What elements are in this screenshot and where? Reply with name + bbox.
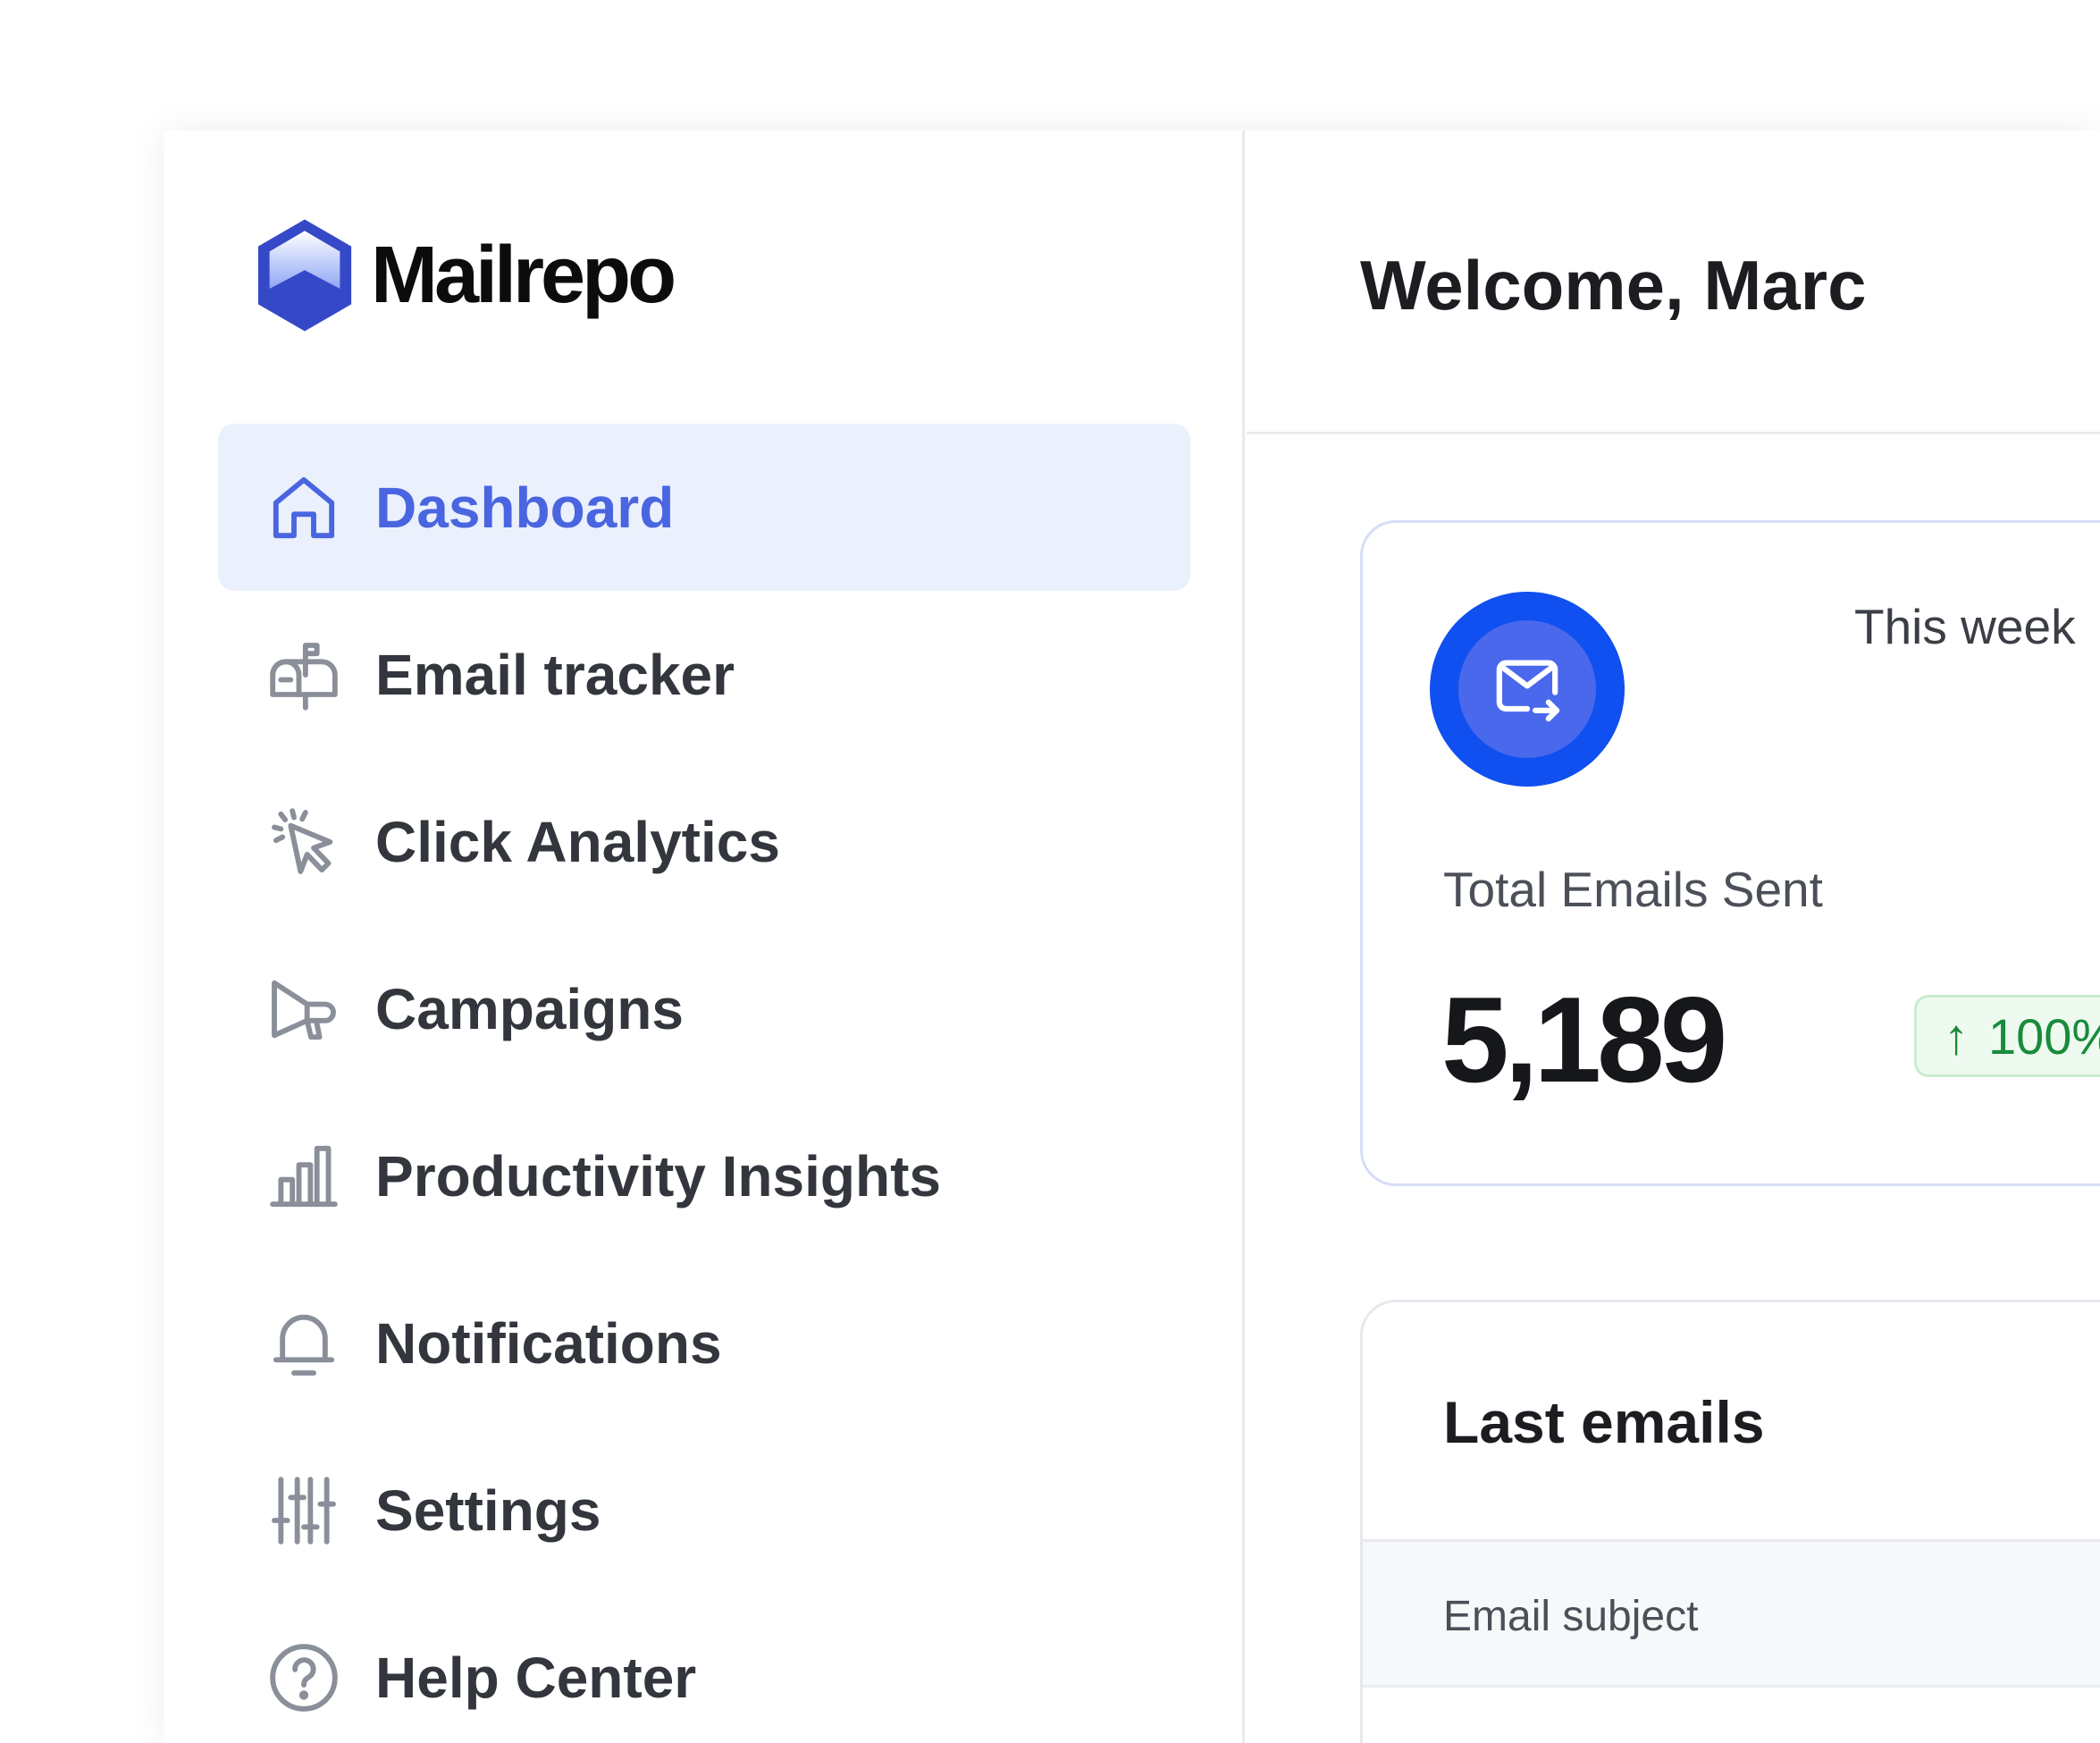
sidebar-item-click-analytics[interactable]: Click Analytics [218,758,1190,925]
megaphone-icon [261,966,347,1052]
sidebar-item-email-tracker[interactable]: Email tracker [218,591,1190,758]
sidebar-item-dashboard[interactable]: Dashboard [218,424,1190,591]
app-window: Mailrepo Dashboard Email tracker Click A… [164,131,2100,1743]
sidebar-item-label: Email tracker [375,642,735,707]
change-badge: ↑ 100% [1914,995,2100,1077]
sidebar-item-label: Campaigns [375,976,684,1041]
sidebar-item-label: Productivity Insights [375,1143,941,1208]
table-header: Email subject [1363,1539,2100,1688]
hexagon-logo-icon [257,219,352,332]
help-circle-icon [261,1635,347,1721]
bar-chart-icon [261,1133,347,1219]
last-emails-card: Last emails Email subject [1360,1300,2100,1743]
home-icon [261,465,347,551]
sidebar-item-productivity-insights[interactable]: Productivity Insights [218,1092,1190,1259]
sidebar: Mailrepo Dashboard Email tracker Click A… [164,131,1245,1743]
sidebar-item-campaigns[interactable]: Campaigns [218,925,1190,1092]
brand-name: Mailrepo [371,230,676,320]
period-selector[interactable]: This week [1854,598,2076,655]
sidebar-item-label: Settings [375,1478,601,1543]
stat-value: 5,189 [1441,972,1727,1107]
column-header-email-subject[interactable]: Email subject [1443,1592,1698,1641]
sidebar-item-label: Notifications [375,1310,722,1376]
main-header: Welcome, Marc [1247,131,2100,434]
brand-logo[interactable]: Mailrepo [253,216,676,334]
cursor-click-icon [261,799,347,885]
stat-icon-badge [1430,592,1625,787]
section-title: Last emails [1443,1389,1765,1455]
sliders-icon [261,1468,347,1554]
mailbox-icon [261,632,347,718]
stat-card-emails-sent: This week Total Emails Sent 5,189 ↑ 100% [1360,520,2100,1186]
sidebar-item-label: Help Center [375,1645,697,1710]
arrow-up-icon: ↑ [1944,1007,1969,1065]
sidebar-nav: Dashboard Email tracker Click Analytics … [218,424,1190,1743]
sidebar-item-label: Dashboard [375,475,675,540]
sidebar-item-settings[interactable]: Settings [218,1427,1190,1594]
sidebar-item-notifications[interactable]: Notifications [218,1259,1190,1427]
bell-icon [261,1301,347,1386]
main-content: Welcome, Marc This week Total Emails Sen… [1247,131,2100,1743]
stat-label: Total Emails Sent [1443,862,1823,917]
sidebar-item-help-center[interactable]: Help Center [218,1594,1190,1743]
mail-send-icon [1496,660,1560,722]
sidebar-item-label: Click Analytics [375,809,780,874]
page-title: Welcome, Marc [1360,246,1867,324]
change-value: 100% [1988,1007,2100,1065]
